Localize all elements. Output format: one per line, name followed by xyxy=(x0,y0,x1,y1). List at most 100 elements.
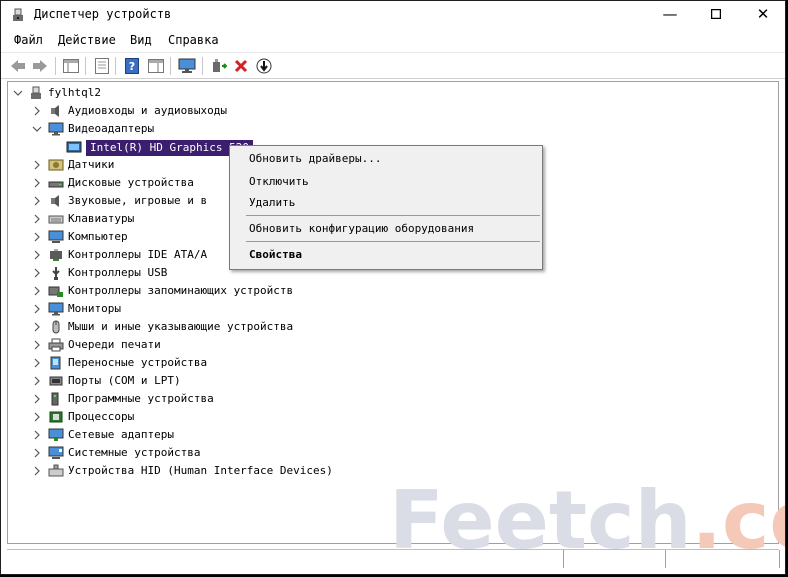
properties-button[interactable] xyxy=(93,57,111,75)
tree-item[interactable]: Процессоры xyxy=(8,408,778,426)
action-pane-button[interactable] xyxy=(147,57,165,75)
tree-item-label: Датчики xyxy=(68,158,115,171)
status-divider xyxy=(665,550,666,568)
forward-arrow-icon xyxy=(33,60,47,72)
tree-item[interactable]: Контроллеры запоминающих устройств xyxy=(8,282,778,300)
network-adapter-icon xyxy=(48,428,64,441)
speaker-icon xyxy=(51,195,59,207)
computer-root-icon xyxy=(31,86,41,99)
device-manager-app-icon xyxy=(13,8,23,21)
chevron-right-icon[interactable] xyxy=(32,430,42,440)
back-button[interactable] xyxy=(9,57,27,75)
toolbar-separator xyxy=(170,57,171,75)
menu-help[interactable]: Справка xyxy=(168,33,219,47)
menu-action[interactable]: Действие xyxy=(58,33,116,47)
tree-item[interactable]: Порты (COM и LPT) xyxy=(8,372,778,390)
chevron-right-icon[interactable] xyxy=(32,412,42,422)
tree-item[interactable]: Мыши и иные указывающие устройства xyxy=(8,318,778,336)
chevron-right-icon[interactable] xyxy=(32,214,42,224)
tree-item[interactable]: Видеоадаптеры xyxy=(8,120,778,138)
ctx-update-drivers[interactable]: Обновить драйверы... xyxy=(249,152,381,165)
toolbar-separator xyxy=(115,57,116,75)
ctx-uninstall[interactable]: Удалить xyxy=(249,196,295,209)
scan-hardware-button[interactable] xyxy=(178,57,196,75)
storage-controller-icon xyxy=(48,286,63,297)
uninstall-device-button[interactable] xyxy=(232,57,250,75)
chevron-right-icon[interactable] xyxy=(32,268,42,278)
device-manager-window: Диспетчер устройств — ✕ Файл Действие Ви… xyxy=(0,0,786,575)
tree-item-label: Дисковые устройства xyxy=(68,176,194,189)
chevron-right-icon[interactable] xyxy=(32,286,42,296)
ctx-properties[interactable]: Свойства xyxy=(249,248,302,261)
maximize-icon xyxy=(711,9,721,19)
chevron-right-icon[interactable] xyxy=(32,178,42,188)
tree-item-label: Переносные устройства xyxy=(68,356,208,369)
help-icon: ? xyxy=(125,58,139,74)
tree-item[interactable]: Системные устройства xyxy=(8,444,778,462)
chevron-right-icon[interactable] xyxy=(32,358,42,368)
chevron-right-icon[interactable] xyxy=(32,376,42,386)
tree-item[interactable]: Сетевые адаптеры xyxy=(8,426,778,444)
title-bar[interactable]: Диспетчер устройств — ✕ xyxy=(1,1,785,29)
tree-item-label: Сетевые адаптеры xyxy=(68,428,174,441)
chevron-right-icon[interactable] xyxy=(32,466,42,476)
tree-item-label: Контроллеры USB xyxy=(68,266,168,279)
tree-item-label: Компьютер xyxy=(68,230,128,243)
tree-item-label: Очереди печати xyxy=(68,338,161,351)
tree-item[interactable]: Программные устройства xyxy=(8,390,778,408)
tree-item[interactable]: Мониторы xyxy=(8,300,778,318)
menu-file[interactable]: Файл xyxy=(14,33,43,47)
chevron-right-icon[interactable] xyxy=(32,304,42,314)
sensor-icon xyxy=(48,159,64,171)
tree-item[interactable]: Переносные устройства xyxy=(8,354,778,372)
toolbar-separator xyxy=(202,57,203,75)
keyboard-icon xyxy=(48,215,64,224)
tree-item[interactable]: Аудиовходы и аудиовыходы xyxy=(8,102,778,120)
help-button[interactable]: ? xyxy=(123,57,141,75)
monitor-icon xyxy=(48,122,64,136)
ide-controller-icon xyxy=(50,249,62,261)
forward-button[interactable] xyxy=(31,57,49,75)
toolbar-separator xyxy=(55,57,56,75)
update-driver-button[interactable] xyxy=(210,57,228,75)
tree-item-label: fylhtql2 xyxy=(48,86,101,99)
enable-device-button[interactable] xyxy=(255,57,273,75)
chevron-right-icon[interactable] xyxy=(32,448,42,458)
display-adapter-icon xyxy=(66,141,82,153)
chevron-right-icon[interactable] xyxy=(32,106,42,116)
tree-item-label: Видеоадаптеры xyxy=(68,122,155,135)
selected-device-label: Intel(R) HD Graphics 520 xyxy=(86,140,253,156)
maximize-button[interactable] xyxy=(693,1,739,27)
menu-bar: Файл Действие Вид Справка xyxy=(1,31,785,51)
ctx-disable[interactable]: Отключить xyxy=(249,175,309,188)
tree-root-computer[interactable]: fylhtql2 xyxy=(8,84,778,102)
software-device-icon xyxy=(51,392,59,406)
tree-item-label: Аудиовходы и аудиовыходы xyxy=(68,104,227,117)
chevron-right-icon[interactable] xyxy=(32,160,42,170)
chevron-right-icon[interactable] xyxy=(32,232,42,242)
processor-icon xyxy=(49,411,63,423)
computer-icon xyxy=(48,230,64,243)
tree-item-label: Мониторы xyxy=(68,302,121,315)
ctx-scan-hardware[interactable]: Обновить конфигурацию оборудования xyxy=(249,222,474,235)
chevron-right-icon[interactable] xyxy=(32,322,42,332)
properties-sheet-icon xyxy=(95,58,109,74)
minimize-button[interactable]: — xyxy=(647,1,693,27)
chevron-down-icon[interactable] xyxy=(13,88,23,98)
chevron-right-icon[interactable] xyxy=(32,340,42,350)
portable-device-icon xyxy=(50,356,61,370)
close-button[interactable]: ✕ xyxy=(740,1,785,27)
chevron-right-icon[interactable] xyxy=(32,394,42,404)
show-hide-console-tree-button[interactable] xyxy=(62,57,80,75)
tree-item-label: Мыши и иные указывающие устройства xyxy=(68,320,294,333)
menu-view[interactable]: Вид xyxy=(130,33,152,47)
svg-text:?: ? xyxy=(129,60,135,73)
tree-item-label: Контроллеры IDE ATA/A xyxy=(68,248,208,261)
update-driver-icon xyxy=(213,59,227,72)
tree-item[interactable]: Очереди печати xyxy=(8,336,778,354)
down-arrow-circle-icon xyxy=(256,58,272,74)
chevron-right-icon[interactable] xyxy=(32,196,42,206)
chevron-down-icon[interactable] xyxy=(32,124,42,134)
back-arrow-icon xyxy=(11,60,25,72)
chevron-right-icon[interactable] xyxy=(32,250,42,260)
